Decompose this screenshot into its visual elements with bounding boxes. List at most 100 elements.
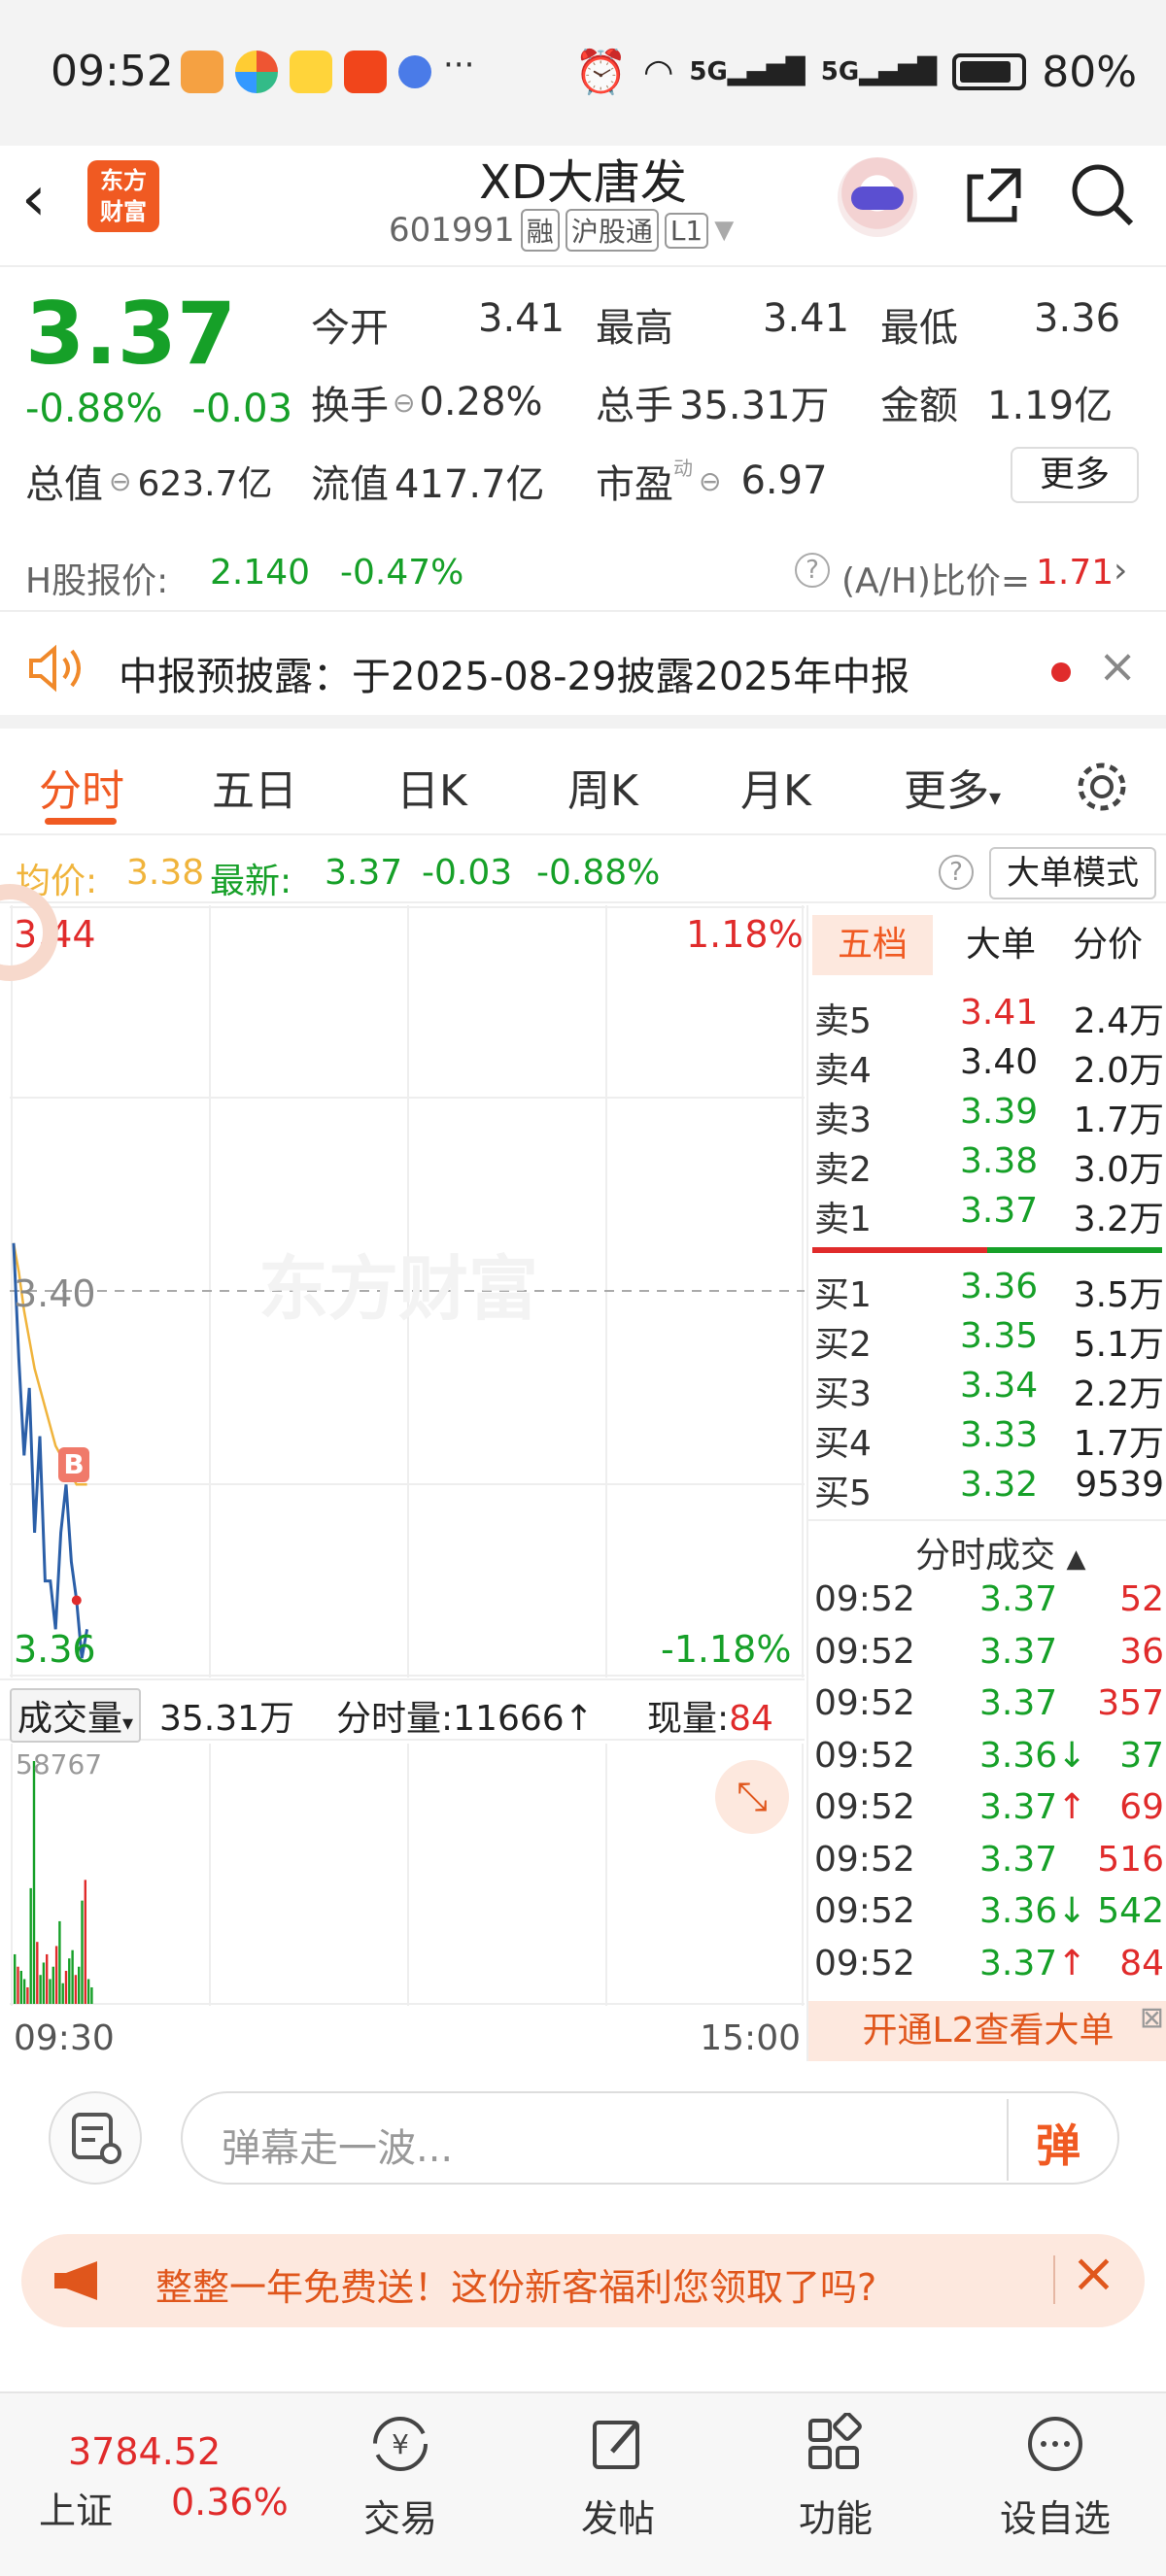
danmaku-settings-icon[interactable] (49, 2091, 142, 2185)
sell-row[interactable]: 卖3 3.39 1.7万 (814, 1092, 1164, 1142)
total-hands-value: 35.31万 (679, 384, 830, 428)
sell-row[interactable]: 卖5 3.41 2.4万 (814, 993, 1164, 1043)
sell-volume: 2.4万 (1073, 1001, 1164, 1041)
tab-big-orders[interactable]: 大单 (952, 915, 1049, 975)
help-icon[interactable]: ? (795, 553, 830, 588)
chart-tabs: 分时 五日 日K 周K 月K 更多▾ (0, 738, 1166, 835)
promo-banner[interactable]: 整整一年免费送！这份新客福利您领取了吗? × (21, 2234, 1145, 2327)
tab-intraday[interactable]: 分时 (39, 756, 124, 818)
wifi-icon: ◠ (642, 51, 674, 92)
sell-label: 卖4 (814, 1051, 872, 1091)
share-icon[interactable] (962, 163, 1026, 227)
open-label: 今开 (311, 306, 389, 351)
nav-functions[interactable]: 功能 (768, 2413, 904, 2542)
megaphone-icon (54, 2261, 97, 2300)
nav-trade[interactable]: ¥ 交易 (332, 2413, 468, 2542)
settings-gear-icon[interactable] (1073, 758, 1131, 816)
more-button[interactable]: 更多 (1011, 447, 1139, 503)
search-icon[interactable] (1069, 161, 1137, 229)
buy-volume: 1.7万 (1073, 1424, 1164, 1464)
danmaku-input[interactable]: 弹幕走一波... 弹 (181, 2091, 1119, 2185)
sell-label: 卖1 (814, 1200, 872, 1239)
ah-ratio[interactable]: 1.71 (1036, 553, 1114, 593)
buy-row[interactable]: 买3 3.34 2.2万 (814, 1366, 1164, 1416)
buy-row[interactable]: 买4 3.33 1.7万 (814, 1415, 1164, 1466)
nav-post[interactable]: 发帖 (550, 2413, 686, 2542)
trade-price: 3.37 (979, 1683, 1058, 1723)
trade-price: 3.37 (979, 1579, 1058, 1619)
ah-ratio-label[interactable]: (A/H)比价= (841, 553, 1030, 603)
trade-volume: 37 (1119, 1735, 1164, 1776)
tab-five-day[interactable]: 五日 (212, 756, 297, 818)
h-share-price: 2.140 (210, 553, 311, 593)
info-icon[interactable]: ⊖ (699, 465, 721, 497)
big-order-mode-button[interactable]: 大单模式 (989, 847, 1156, 899)
edit-icon (593, 2421, 639, 2469)
trade-time: 09:52 (814, 1839, 915, 1880)
robot-assistant-icon[interactable] (838, 157, 917, 237)
sell-row[interactable]: 卖4 3.40 2.0万 (814, 1042, 1164, 1093)
buy-label: 买1 (814, 1275, 872, 1315)
index-change[interactable]: 0.36% (171, 2481, 289, 2524)
notice-text: 中报预披露：于2025-08-29披露2025年中报 (119, 655, 910, 699)
volume-bar (51, 1966, 54, 2004)
alarm-icon: ⏰ (574, 48, 628, 97)
nav-add-watchlist-label: 设自选 (999, 2497, 1111, 2540)
volume-header: 成交量▾ 35.31万 分时量:11666↑ 现量:84 (0, 1678, 805, 1743)
change-amount: -0.03 (191, 387, 293, 431)
buy-row[interactable]: 买5 3.32 9539 (814, 1465, 1164, 1515)
open-l2-banner[interactable]: 开通L2查看大单 (808, 2001, 1166, 2061)
volume-bar (54, 1946, 58, 2004)
current-volume-value: 84 (729, 1699, 773, 1739)
divider (808, 1519, 1166, 1521)
time-end: 15:00 (700, 2018, 801, 2058)
index-value[interactable]: 3784.52 (68, 2430, 221, 2473)
volume-chart[interactable] (10, 1744, 805, 2006)
volume-bar (58, 1920, 61, 2004)
volume-indicator-select[interactable]: 成交量▾ (10, 1688, 142, 1743)
chevron-right-icon[interactable]: › (1114, 551, 1127, 591)
speaker-icon (29, 644, 81, 693)
buy-row[interactable]: 买1 3.36 3.5万 (814, 1267, 1164, 1317)
tag-level: L1 (664, 212, 709, 249)
tab-price-distribution[interactable]: 分价 (1059, 915, 1156, 975)
tab-monthly-k[interactable]: 月K (740, 756, 811, 818)
trade-price: 3.36↓ (979, 1735, 1087, 1776)
info-icon[interactable]: ⊖ (393, 387, 415, 419)
sell-volume: 2.0万 (1073, 1051, 1164, 1091)
sell-row[interactable]: 卖1 3.37 3.2万 (814, 1191, 1164, 1241)
info-icon[interactable]: ⊖ (109, 465, 131, 497)
sell-price: 3.37 (960, 1191, 1039, 1231)
trades-title[interactable]: 分时成交 ▲ (915, 1527, 1085, 1577)
buy-marker[interactable]: B (58, 1447, 89, 1482)
close-icon[interactable]: ⊠ (1140, 2001, 1164, 2035)
tab-weekly-k[interactable]: 周K (567, 756, 638, 818)
close-icon[interactable]: × (1071, 2242, 1116, 2305)
stock-subtitle[interactable]: 601991 融 沪股通 L1 ▼ (389, 209, 734, 252)
sell-row[interactable]: 卖2 3.38 3.0万 (814, 1141, 1164, 1192)
nav-add-watchlist[interactable]: 设自选 (987, 2413, 1123, 2542)
tab-more[interactable]: 更多▾ (904, 756, 1001, 818)
more-notifications-icon: ··· (443, 46, 475, 85)
buy-row[interactable]: 买2 3.35 5.1万 (814, 1316, 1164, 1367)
expand-icon[interactable]: ⤡ (715, 1760, 789, 1834)
danmaku-send-button[interactable]: 弹 (1036, 2111, 1080, 2175)
tab-daily-k[interactable]: 日K (396, 756, 467, 818)
chevron-down-icon: ▼ (714, 216, 735, 245)
volume-bar (61, 1983, 64, 2004)
float-value-val: 417.7亿 (394, 462, 545, 507)
turnover: 换手 ⊖ 0.28% (311, 374, 543, 430)
caret-down-icon: ▾ (122, 1712, 134, 1736)
tab-five-levels[interactable]: 五档 (812, 915, 933, 975)
buy-price: 3.34 (960, 1366, 1039, 1406)
latest-label: 最新: (210, 862, 292, 901)
index-name[interactable]: 上证 (39, 2481, 113, 2534)
close-icon[interactable]: × (1098, 639, 1137, 694)
intraday-chart[interactable]: 东方财富 (10, 905, 805, 1678)
volume-bar (14, 1953, 17, 2004)
notice-bar[interactable]: 中报预披露：于2025-08-29披露2025年中报 × (0, 622, 1166, 729)
help-icon[interactable]: ? (939, 855, 974, 890)
buy-volume: 5.1万 (1073, 1325, 1164, 1365)
sell-price: 3.38 (960, 1141, 1039, 1181)
volume-bar (90, 1986, 93, 2004)
